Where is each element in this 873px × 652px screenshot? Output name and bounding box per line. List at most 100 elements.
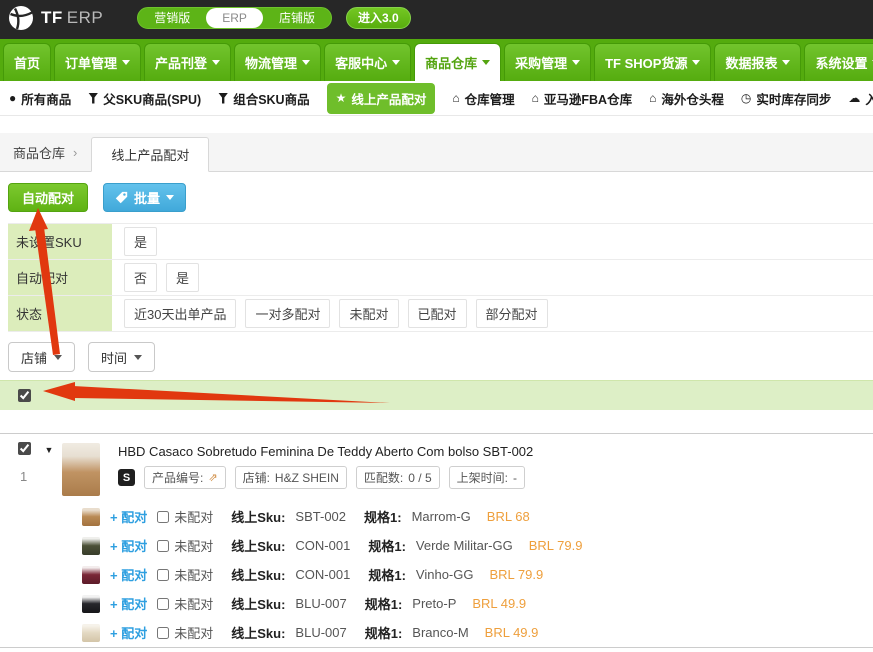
segment-erp[interactable]: ERP xyxy=(206,8,263,28)
chevron-down-icon xyxy=(392,60,400,65)
chevron-down-icon xyxy=(782,60,790,65)
variant-thumbnail[interactable] xyxy=(82,624,100,642)
nav-tab-reports[interactable]: 数据报表 xyxy=(714,43,801,81)
nav-tab-purchase[interactable]: 采购管理 xyxy=(504,43,591,81)
chevron-down-icon xyxy=(54,355,62,360)
time-dropdown[interactable]: 时间 xyxy=(88,342,155,372)
sku-value: CON-001 xyxy=(295,538,350,553)
nav-tab-orders[interactable]: 订单管理 xyxy=(54,43,141,81)
sku-value: BLU-007 xyxy=(295,596,346,611)
batch-dropdown-button[interactable]: 批量 xyxy=(103,183,186,212)
sku-value: SBT-002 xyxy=(295,509,346,524)
unmatched-toggle: 未配对 xyxy=(157,565,213,584)
unmatched-toggle: 未配对 xyxy=(157,507,213,526)
subnav-inbound[interactable]: ☁ 入库 xyxy=(848,89,873,108)
filter-option[interactable]: 未配对 xyxy=(339,299,398,328)
nav-tab-warehouse[interactable]: 商品仓库 xyxy=(414,43,501,81)
segment-shop[interactable]: 店铺版 xyxy=(263,8,331,28)
clock-icon: ◷ xyxy=(741,91,751,105)
select-all-row xyxy=(0,380,873,410)
filter-label: 未设置SKU xyxy=(8,224,112,259)
segment-marketing[interactable]: 营销版 xyxy=(138,8,206,28)
enter-3-0-button[interactable]: 进入3.0 xyxy=(346,7,411,29)
filter-option[interactable]: 否 xyxy=(124,263,157,292)
external-link-icon[interactable]: ⇗ xyxy=(208,471,217,484)
subnav-combo-sku[interactable]: 组合SKU商品 xyxy=(218,89,309,108)
filter-options: 是 xyxy=(112,224,157,259)
match-button-label: 配对 xyxy=(121,568,147,583)
subnav-label: 父SKU商品(SPU) xyxy=(103,89,201,108)
filter-option[interactable]: 已配对 xyxy=(408,299,467,328)
brand-tf: TF xyxy=(41,8,63,27)
auto-match-button[interactable]: 自动配对 xyxy=(8,183,88,212)
variant-thumbnail[interactable] xyxy=(82,537,100,555)
sku-value: CON-001 xyxy=(295,567,350,582)
unmatched-checkbox[interactable] xyxy=(157,627,169,639)
variant-thumbnail[interactable] xyxy=(82,566,100,584)
product-code-label: 产品编号: xyxy=(152,469,203,486)
subnav-label: 所有商品 xyxy=(21,89,71,108)
variant-row: + 配对 未配对 线上Sku: SBT-002 规格1: Marrom-G BR… xyxy=(0,502,873,531)
select-all-checkbox[interactable] xyxy=(18,389,31,402)
filter-icon xyxy=(218,93,228,104)
unmatched-checkbox[interactable] xyxy=(157,540,169,552)
unmatched-checkbox[interactable] xyxy=(157,511,169,523)
match-button[interactable]: + 配对 xyxy=(110,623,147,642)
plus-icon: + xyxy=(110,626,118,641)
cloud-icon: ☁ xyxy=(848,91,860,105)
subnav-label: 入库 xyxy=(865,89,873,108)
nav-tab-settings[interactable]: 系统设置 xyxy=(804,43,873,81)
shop-dropdown[interactable]: 店铺 xyxy=(8,342,75,372)
price: BRL 49.9 xyxy=(485,625,539,640)
tf-logo-icon xyxy=(8,5,34,31)
variant-thumbnail[interactable] xyxy=(82,595,100,613)
nav-tab-tfshop[interactable]: TF SHOP货源 xyxy=(594,43,711,81)
edition-switcher: 营销版 ERP 店铺版 xyxy=(137,7,332,29)
tab-online-product-matching[interactable]: 线上产品配对 xyxy=(91,137,209,172)
match-button-label: 配对 xyxy=(121,626,147,641)
spec-value: Preto-P xyxy=(412,596,456,611)
home-icon: ⌂ xyxy=(532,91,539,105)
filter-row-auto-match: 自动配对 否 是 xyxy=(8,260,873,296)
subnav-amazon-fba[interactable]: ⌂亚马逊FBA仓库 xyxy=(532,89,632,108)
filter-options: 否 是 xyxy=(112,260,199,295)
match-button[interactable]: + 配对 xyxy=(110,507,147,526)
subnav-warehouse-mgmt[interactable]: ⌂仓库管理 xyxy=(452,89,514,108)
filter-option[interactable]: 是 xyxy=(166,263,199,292)
nav-tab-home[interactable]: 首页 xyxy=(3,43,51,81)
sku-label: 线上Sku: xyxy=(231,565,285,584)
match-button[interactable]: + 配对 xyxy=(110,594,147,613)
spec-label: 规格1: xyxy=(364,507,402,526)
nav-tab-logistics[interactable]: 物流管理 xyxy=(234,43,321,81)
filter-option[interactable]: 一对多配对 xyxy=(245,299,330,328)
filter-option[interactable]: 是 xyxy=(124,227,157,256)
toolbar: 自动配对 批量 xyxy=(8,183,873,212)
tab-label: 线上产品配对 xyxy=(111,145,189,164)
subnav-parent-sku[interactable]: 父SKU商品(SPU) xyxy=(88,89,201,108)
variant-row: + 配对 未配对 线上Sku: CON-001 规格1: Vinho-GG BR… xyxy=(0,560,873,589)
product-thumbnail[interactable] xyxy=(62,443,100,496)
variant-thumbnail[interactable] xyxy=(82,508,100,526)
unmatched-checkbox[interactable] xyxy=(157,569,169,581)
collapse-toggle[interactable]: ▼ xyxy=(36,442,62,496)
filter-option[interactable]: 部分配对 xyxy=(476,299,548,328)
subnav-all-products[interactable]: ●所有商品 xyxy=(9,89,71,108)
subnav-label: 海外仓头程 xyxy=(661,89,724,108)
subnav-overseas[interactable]: ⌂海外仓头程 xyxy=(649,89,724,108)
product-meta: S 产品编号: ⇗ 店铺: H&Z SHEIN 匹配数: 0 / 5 上架时间:… xyxy=(118,466,533,489)
subnav-online-matching[interactable]: ★线上产品配对 xyxy=(327,83,436,114)
match-button[interactable]: + 配对 xyxy=(110,565,147,584)
nav-tab-listing[interactable]: 产品刊登 xyxy=(144,43,231,81)
breadcrumb: 商品仓库 › xyxy=(0,133,91,171)
nav-tab-service[interactable]: 客服中心 xyxy=(324,43,411,81)
match-button[interactable]: + 配对 xyxy=(110,536,147,555)
unmatched-checkbox[interactable] xyxy=(157,598,169,610)
product-card: 1 ▼ HBD Casaco Sobretudo Feminina De Ted… xyxy=(0,434,873,502)
product-checkbox[interactable] xyxy=(18,442,31,455)
unmatched-label: 未配对 xyxy=(174,507,213,526)
filter-option[interactable]: 近30天出单产品 xyxy=(124,299,236,328)
spec-value: Vinho-GG xyxy=(416,567,474,582)
nav-tab-label: 数据报表 xyxy=(725,53,777,72)
breadcrumb-parent[interactable]: 商品仓库 xyxy=(13,143,65,162)
subnav-realtime-sync[interactable]: ◷实时库存同步 xyxy=(741,89,832,108)
